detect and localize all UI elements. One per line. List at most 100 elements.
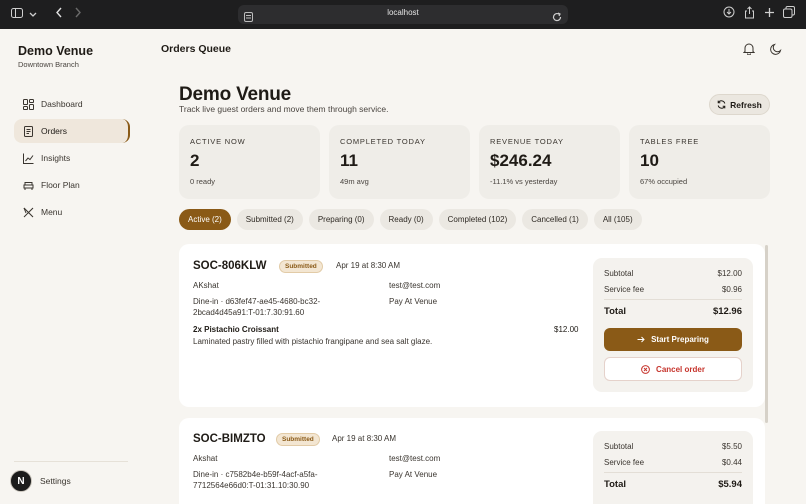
- start-preparing-label: Start Preparing: [651, 335, 709, 344]
- refresh-label: Refresh: [730, 99, 762, 110]
- order-summary: Subtotal $5.50 Service fee $0.44 Total $…: [593, 431, 753, 504]
- status-badge: Submitted: [276, 433, 320, 446]
- insights-icon: [23, 153, 34, 164]
- stat-label: REVENUE TODAY: [490, 137, 564, 146]
- payment-method: Pay At Venue: [389, 297, 438, 306]
- sidebar-item-settings[interactable]: N Settings: [10, 470, 71, 492]
- summary-divider: [604, 472, 742, 473]
- share-icon[interactable]: [742, 6, 756, 23]
- sidebar-item-floor-plan[interactable]: Floor Plan: [14, 173, 128, 197]
- total-row: Total $12.96: [604, 306, 742, 317]
- stat-card-completed-today: COMPLETED TODAY 11 49m avg: [329, 125, 470, 199]
- venue-name: Demo Venue: [18, 44, 94, 58]
- table-info-line2: 7712564e66d0:T-01:31.10:30.90: [193, 481, 310, 490]
- sidebar-item-insights[interactable]: Insights: [14, 146, 128, 170]
- new-tab-icon[interactable]: [762, 6, 776, 23]
- customer-email: test@test.com: [389, 281, 441, 290]
- stat-card-tables-free: TABLES FREE 10 67% occupied: [629, 125, 770, 199]
- table-info-line2: 2bcad4d45a91:T-01:7.30:91.60: [193, 308, 305, 317]
- status-badge: Submitted: [279, 260, 323, 273]
- menu-icon: [23, 207, 34, 218]
- sidebar-item-label: Menu: [41, 207, 63, 217]
- item-name: 2x Pistachio Croissant: [193, 325, 279, 334]
- tab-cancelled[interactable]: Cancelled (1): [522, 209, 588, 230]
- service-fee-row: Service fee $0.44: [604, 458, 742, 467]
- sidebar-item-label: Insights: [41, 153, 71, 163]
- stat-value: 2: [190, 151, 200, 170]
- venue-subtitle: Track live guest orders and move them th…: [179, 104, 389, 114]
- tab-submitted[interactable]: Submitted (2): [236, 209, 303, 230]
- sidebar: Demo Venue Downtown Branch Dashboard Ord…: [0, 29, 144, 504]
- bell-icon[interactable]: [742, 42, 757, 56]
- cancel-order-button[interactable]: Cancel order: [604, 357, 742, 381]
- cancel-circle-icon: [641, 364, 650, 374]
- orders-icon: [23, 125, 34, 137]
- sidebar-item-orders[interactable]: Orders: [14, 119, 130, 143]
- item-description: Laminated pastry filled with pistachio f…: [193, 337, 433, 346]
- order-time: Apr 19 at 8:30 AM: [336, 261, 401, 270]
- service-fee-label: Service fee: [604, 285, 645, 294]
- dark-mode-icon[interactable]: [770, 42, 784, 56]
- download-icon[interactable]: [722, 6, 736, 23]
- tab-preparing[interactable]: Preparing (0): [308, 209, 374, 230]
- arrow-right-icon: [637, 336, 645, 343]
- reload-icon[interactable]: [552, 9, 562, 27]
- order-card: SOC-806KLW Submitted Apr 19 at 8:30 AM A…: [179, 244, 765, 407]
- stat-value: $246.24: [490, 151, 552, 170]
- sidebar-item-menu[interactable]: Menu: [14, 200, 128, 224]
- cancel-order-label: Cancel order: [656, 364, 705, 374]
- start-preparing-button[interactable]: Start Preparing: [604, 328, 742, 351]
- refresh-icon: [717, 100, 726, 109]
- total-value: $12.96: [712, 306, 742, 317]
- total-row: Total $5.94: [604, 479, 742, 490]
- app-logo: N: [10, 470, 32, 492]
- dashboard-icon: [23, 98, 34, 110]
- order-time: Apr 19 at 8:30 AM: [332, 434, 397, 443]
- venue-heading: Demo Venue: [179, 84, 292, 105]
- top-header: Orders Queue: [144, 29, 806, 69]
- tab-overview-icon[interactable]: [782, 6, 796, 23]
- active-indicator: [122, 119, 130, 143]
- sidebar-item-label: Floor Plan: [41, 180, 80, 190]
- back-arrow-icon[interactable]: [53, 6, 65, 23]
- customer-email: test@test.com: [389, 454, 441, 463]
- subtotal-row: Subtotal $12.00: [604, 269, 742, 278]
- subtotal-label: Subtotal: [604, 269, 634, 278]
- total-value: $5.94: [718, 479, 742, 490]
- browser-toolbar: localhost: [0, 0, 806, 29]
- service-fee-label: Service fee: [604, 458, 645, 467]
- order-summary: Subtotal $12.00 Service fee $0.96 Total …: [593, 258, 753, 392]
- summary-divider: [604, 299, 742, 300]
- tab-completed[interactable]: Completed (102): [438, 209, 517, 230]
- item-price: $12.00: [554, 325, 579, 334]
- page-title: Orders Queue: [161, 43, 232, 55]
- total-label: Total: [604, 306, 626, 317]
- sidebar-item-label: Dashboard: [41, 99, 83, 109]
- refresh-button[interactable]: Refresh: [709, 94, 770, 115]
- service-fee-value: $0.96: [721, 285, 742, 294]
- total-label: Total: [604, 479, 626, 490]
- stat-note: 67% occupied: [640, 177, 688, 186]
- scrollbar[interactable]: [765, 245, 768, 423]
- sidebar-divider: [14, 461, 128, 462]
- chevron-down-icon[interactable]: [28, 6, 38, 23]
- order-id: SOC-806KLW: [193, 260, 267, 272]
- sidebar-item-dashboard[interactable]: Dashboard: [14, 92, 128, 116]
- subtotal-value: $5.50: [721, 442, 742, 451]
- address-bar[interactable]: localhost: [238, 5, 568, 24]
- customer-name: AKshat: [193, 281, 219, 290]
- subtotal-label: Subtotal: [604, 442, 634, 451]
- table-info-line1: Dine-in · d63fef47-ae45-4680-bc32-: [193, 297, 321, 306]
- stat-note: 0 ready: [190, 177, 216, 186]
- stat-value: 10: [640, 151, 659, 170]
- venue-branch: Downtown Branch: [18, 60, 79, 69]
- status-filter-tabs: Active (2) Submitted (2) Preparing (0) R…: [179, 209, 648, 230]
- sidebar-toggle-icon[interactable]: [10, 6, 24, 23]
- forward-arrow-icon[interactable]: [72, 6, 84, 23]
- service-fee-row: Service fee $0.96: [604, 285, 742, 294]
- tab-active[interactable]: Active (2): [179, 209, 231, 230]
- subtotal-value: $12.00: [717, 269, 742, 278]
- tab-all[interactable]: All (105): [593, 209, 642, 230]
- tab-ready[interactable]: Ready (0): [379, 209, 433, 230]
- settings-label: Settings: [40, 476, 71, 486]
